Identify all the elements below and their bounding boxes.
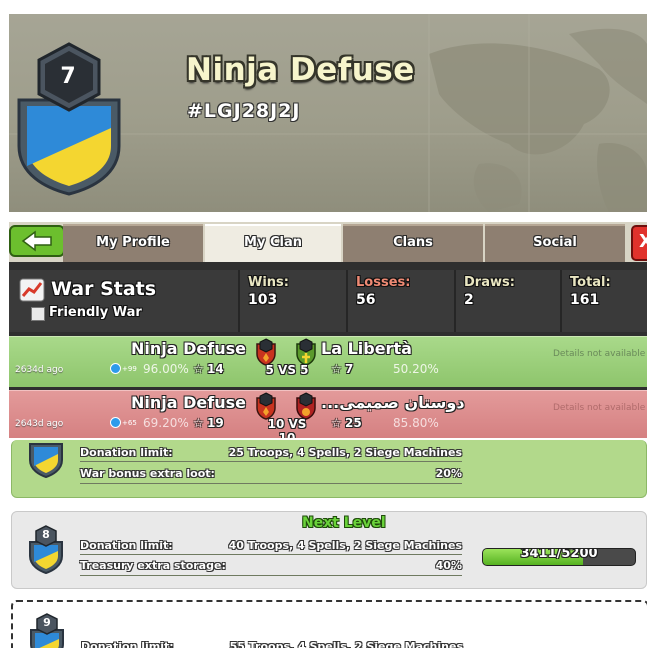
losses-value: 56 bbox=[356, 292, 376, 308]
our-clan-name: Ninja Defuse bbox=[131, 339, 246, 358]
war-bonus-value: 20% bbox=[435, 467, 462, 480]
war-time-ago: 2634d ago bbox=[15, 365, 64, 375]
star-icon: ☆ bbox=[193, 362, 204, 376]
donation-limit-label: Donation limit: bbox=[80, 446, 173, 459]
clan-xp-progress-text: 3411/5200 bbox=[520, 548, 598, 561]
war-log-row[interactable]: 2643d ago Ninja Defuse +65 69.20% ☆ 19 1… bbox=[9, 390, 647, 438]
friendly-war-checkbox[interactable] bbox=[31, 307, 45, 321]
perk-divider bbox=[80, 554, 462, 555]
draws-stat: Draws: 2 bbox=[454, 270, 560, 332]
enemy-clan-name: ...دوستان صمیمی bbox=[321, 393, 465, 412]
clan-tag: #LGJ28J2J bbox=[187, 100, 301, 122]
treasury-storage-value: 40% bbox=[435, 559, 462, 572]
wins-label: Wins: bbox=[248, 275, 289, 290]
total-stat: Total: 161 bbox=[560, 270, 647, 332]
back-button[interactable] bbox=[9, 225, 65, 257]
draws-label: Draws: bbox=[464, 275, 515, 290]
clan-level-label: 7 bbox=[60, 64, 76, 89]
enemy-clan-name: La Libertà bbox=[321, 339, 412, 358]
wins-stat: Wins: 103 bbox=[238, 270, 346, 332]
donation-limit-label: Donation limit: bbox=[80, 539, 173, 552]
our-destruction: 96.00% bbox=[143, 362, 189, 376]
war-size: 5 VS 5 bbox=[265, 363, 309, 377]
clan-name: Ninja Defuse bbox=[186, 52, 415, 88]
war-xp: +99 bbox=[122, 365, 137, 373]
perk-divider bbox=[80, 575, 462, 576]
tab-social[interactable]: Social bbox=[485, 224, 625, 262]
war-log-panel: My Profile My Clan Clans Social X War St… bbox=[9, 222, 647, 438]
tab-my-profile[interactable]: My Profile bbox=[63, 224, 203, 262]
star-icon: ☆ bbox=[193, 416, 204, 430]
xp-gem-icon bbox=[110, 417, 121, 428]
perk-card-level-8: Next Level 8 Donation limit: 40 Troops, … bbox=[11, 511, 647, 589]
war-bonus-label: War bonus extra loot: bbox=[80, 467, 215, 480]
donation-limit-value: 55 Troops, 4 Spells, 2 Siege Machines bbox=[229, 640, 463, 648]
donation-limit-label: Donation limit: bbox=[81, 640, 174, 648]
clan-perks-panel: Donation limit: 25 Troops, 4 Spells, 2 S… bbox=[9, 440, 647, 648]
star-icon: ☆ bbox=[331, 362, 342, 376]
war-details-note: Details not available bbox=[553, 403, 646, 413]
xp-gem-icon bbox=[110, 363, 121, 374]
enemy-clan-badge-icon bbox=[296, 338, 316, 366]
our-clan-name: Ninja Defuse bbox=[131, 393, 246, 412]
donation-limit-value: 25 Troops, 4 Spells, 2 Siege Machines bbox=[228, 446, 462, 459]
wins-value: 103 bbox=[248, 292, 278, 308]
war-time-ago: 2643d ago bbox=[15, 419, 64, 429]
war-stats-bar: War Stats Friendly War Wins: 103 Losses:… bbox=[9, 270, 647, 332]
next-level-heading: Next Level bbox=[302, 515, 386, 531]
total-value: 161 bbox=[570, 292, 600, 308]
losses-label: Losses: bbox=[356, 275, 411, 290]
enemy-destruction: 85.80% bbox=[393, 416, 439, 430]
enemy-stars: 25 bbox=[345, 416, 362, 430]
perk-card-level-9: 9 Donation limit: 55 Troops, 4 Spells, 2… bbox=[11, 600, 647, 648]
draws-value: 2 bbox=[464, 292, 474, 308]
clan-xp-progress-bar: 3411/5200 bbox=[482, 548, 636, 566]
our-stars: 19 bbox=[207, 416, 224, 430]
enemy-destruction: 50.20% bbox=[393, 362, 439, 376]
chart-icon bbox=[19, 278, 45, 302]
badge-level-label: 8 bbox=[42, 528, 50, 541]
our-stars: 14 bbox=[207, 362, 224, 376]
star-icon: ☆ bbox=[331, 416, 342, 430]
close-button[interactable]: X bbox=[631, 225, 647, 261]
our-clan-badge-icon bbox=[256, 338, 276, 366]
tab-my-clan[interactable]: My Clan bbox=[205, 224, 341, 262]
war-size: 10 VS 10 bbox=[267, 417, 307, 438]
tab-bar: My Profile My Clan Clans Social X bbox=[9, 222, 647, 262]
friendly-war-label: Friendly War bbox=[49, 305, 142, 320]
total-label: Total: bbox=[570, 275, 611, 290]
badge-level-label: 9 bbox=[43, 616, 51, 629]
perk-divider bbox=[80, 483, 462, 484]
clan-level-badge-icon bbox=[29, 443, 63, 478]
war-xp: +65 bbox=[122, 419, 137, 427]
perk-divider bbox=[80, 461, 462, 462]
clan-header: 7 Ninja Defuse #LGJ28J2J bbox=[9, 14, 647, 212]
perk-card-level-7: Donation limit: 25 Troops, 4 Spells, 2 S… bbox=[11, 440, 647, 498]
tab-clans[interactable]: Clans bbox=[343, 224, 483, 262]
war-log-row[interactable]: 2634d ago Ninja Defuse +99 96.00% ☆ 14 5… bbox=[9, 336, 647, 387]
clan-badge bbox=[17, 42, 121, 196]
treasury-storage-label: Treasury extra storage: bbox=[80, 559, 226, 572]
enemy-stars: 7 bbox=[345, 362, 354, 376]
back-arrow-icon bbox=[21, 230, 52, 252]
our-destruction: 69.20% bbox=[143, 416, 189, 430]
enemy-clan-badge-icon bbox=[296, 392, 316, 420]
donation-limit-value: 40 Troops, 4 Spells, 2 Siege Machines bbox=[228, 539, 462, 552]
losses-stat: Losses: 56 bbox=[346, 270, 454, 332]
our-clan-badge-icon bbox=[256, 392, 276, 420]
war-stats-title: War Stats bbox=[51, 278, 157, 300]
war-details-note: Details not available bbox=[553, 349, 646, 359]
